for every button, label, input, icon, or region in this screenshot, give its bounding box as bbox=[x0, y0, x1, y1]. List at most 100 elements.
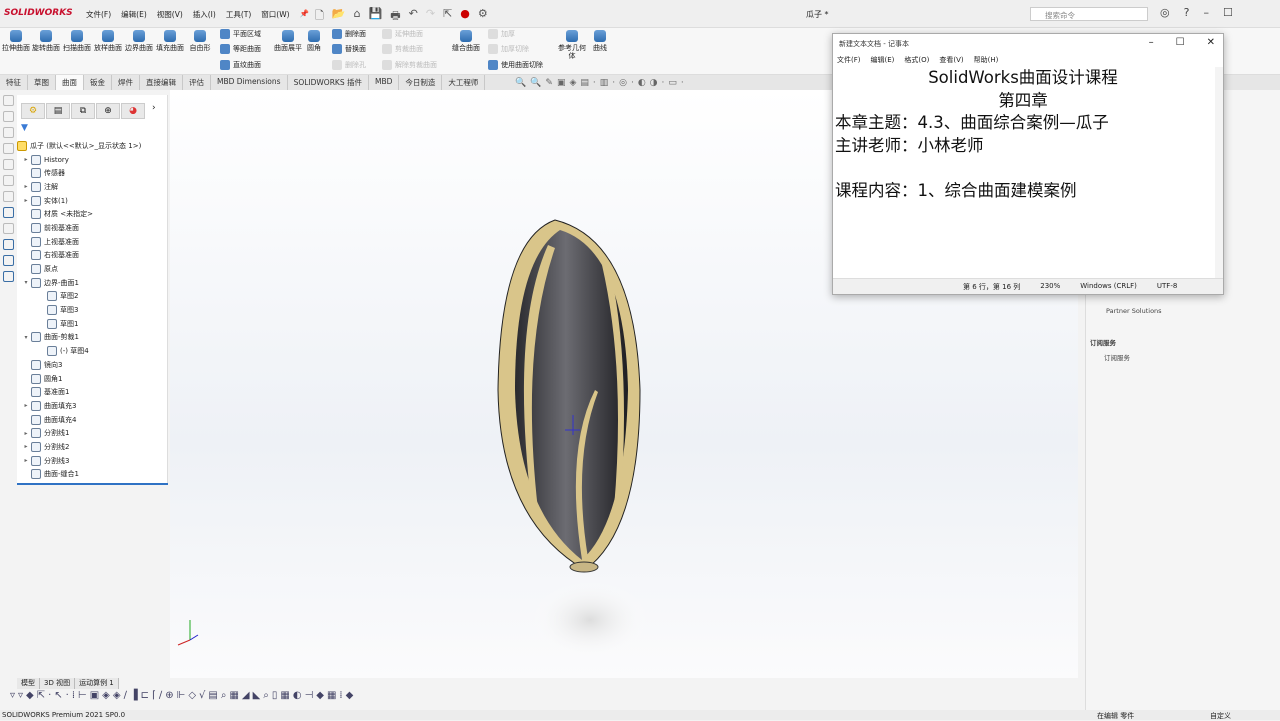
copy-icon[interactable] bbox=[3, 271, 14, 282]
freeform-button[interactable]: 自由形 bbox=[186, 30, 214, 52]
copy-icon[interactable] bbox=[3, 255, 14, 266]
redo-icon[interactable]: ↷ bbox=[426, 7, 435, 26]
view-icon[interactable] bbox=[3, 207, 14, 218]
tab-motion-study[interactable]: 运动算例 1 bbox=[75, 678, 119, 689]
expand-arrow-icon[interactable]: ▸ bbox=[21, 183, 31, 190]
expand-arrow-icon[interactable]: ▸ bbox=[21, 457, 31, 464]
thicken-button[interactable]: 加厚 bbox=[488, 29, 515, 39]
new-icon[interactable]: 🗋 bbox=[315, 7, 324, 26]
user-icon[interactable]: ◎ bbox=[1160, 6, 1170, 19]
menu-edit[interactable]: 编辑(E) bbox=[121, 9, 147, 20]
filter-icon[interactable]: ▼ bbox=[21, 123, 163, 135]
tab-features[interactable]: 特征 bbox=[0, 75, 28, 90]
expand-arrow-icon[interactable]: ▸ bbox=[21, 402, 31, 409]
tree-node[interactable]: ▾ 曲面-剪裁1 bbox=[17, 331, 167, 345]
propertymanager-tab-icon[interactable]: ▤ bbox=[46, 103, 70, 119]
subscription-link[interactable]: 订阅服务 bbox=[1104, 352, 1130, 362]
expand-arrow-icon[interactable]: ▸ bbox=[21, 443, 31, 450]
tab-sheet-metal[interactable]: 钣金 bbox=[84, 75, 112, 90]
tree-node[interactable]: 草图2 bbox=[17, 290, 167, 304]
tree-node[interactable]: 草图1 bbox=[17, 317, 167, 331]
tree-root[interactable]: 瓜子 (默认<<默认>_显示状态 1>) bbox=[17, 139, 167, 153]
boundary-surface-button[interactable]: 边界曲面 bbox=[125, 30, 153, 52]
view-icon[interactable] bbox=[3, 143, 14, 154]
view-icon[interactable] bbox=[3, 223, 14, 234]
lofted-surface-button[interactable]: 放样曲面 bbox=[94, 30, 122, 52]
pin-icon[interactable]: 📌 bbox=[300, 9, 309, 20]
expand-arrow-icon[interactable]: ▾ bbox=[21, 279, 31, 286]
tab-mbd-dimensions[interactable]: MBD Dimensions bbox=[211, 75, 288, 90]
display-manager-tab-icon[interactable]: ◕ bbox=[121, 103, 145, 119]
save-icon[interactable]: 💾 bbox=[369, 7, 383, 26]
tab-manufacturing[interactable]: 今日制造 bbox=[399, 75, 443, 90]
view-icon[interactable] bbox=[3, 191, 14, 202]
tab-engineer[interactable]: 大工程师 bbox=[442, 75, 486, 90]
search-commands-input[interactable]: 搜索命令 bbox=[1030, 7, 1148, 21]
thicken-cut-button[interactable]: 加厚切除 bbox=[488, 44, 529, 54]
menu-window[interactable]: 窗口(W) bbox=[261, 9, 289, 20]
open-icon[interactable]: 📂 bbox=[332, 7, 346, 26]
flatten-surface-button[interactable]: 曲面展平 bbox=[274, 30, 302, 52]
trim-surface-button[interactable]: 剪裁曲面 bbox=[382, 44, 423, 54]
tab-sketch[interactable]: 草图 bbox=[28, 75, 56, 90]
expand-arrow-icon[interactable]: ▸ bbox=[21, 197, 31, 204]
rebuild-icon[interactable]: ● bbox=[460, 7, 470, 26]
curves-button[interactable]: 曲线 bbox=[586, 30, 614, 52]
help-icon[interactable]: ? bbox=[1184, 6, 1190, 19]
menu-view[interactable]: 视图(V) bbox=[157, 9, 183, 20]
tab-evaluate[interactable]: 评估 bbox=[183, 75, 211, 90]
tree-node[interactable]: 传感器 bbox=[17, 166, 167, 180]
expand-arrow-icon[interactable]: ▾ bbox=[21, 334, 31, 341]
dimxpert-tab-icon[interactable]: ⊕ bbox=[96, 103, 120, 119]
np-menu-help[interactable]: 帮助(H) bbox=[974, 55, 999, 65]
undo-icon[interactable]: ↶ bbox=[409, 7, 418, 26]
tree-node[interactable]: ▸ 分割线1 bbox=[17, 426, 167, 440]
expand-arrow-icon[interactable]: ▸ bbox=[21, 430, 31, 437]
tree-node[interactable]: ▸ 注解 bbox=[17, 180, 167, 194]
view-icon[interactable] bbox=[3, 175, 14, 186]
tree-node[interactable]: 镜向3 bbox=[17, 358, 167, 372]
tab-model[interactable]: 模型 bbox=[17, 678, 40, 689]
extruded-surface-button[interactable]: 拉伸曲面 bbox=[2, 30, 30, 52]
tree-node[interactable]: (-) 草图4 bbox=[17, 344, 167, 358]
tab-mbd[interactable]: MBD bbox=[369, 75, 400, 90]
cut-with-surface-button[interactable]: 使用曲面切除 bbox=[488, 60, 543, 70]
rollback-bar[interactable] bbox=[17, 483, 168, 485]
home-icon[interactable]: ⌂ bbox=[354, 7, 361, 26]
tree-node[interactable]: 右视基准面 bbox=[17, 249, 167, 263]
revolved-surface-button[interactable]: 旋转曲面 bbox=[32, 30, 60, 52]
heads-up-view-toolbar[interactable]: 🔍🔍✎▣◈▤·▥·◎·◐◑·▭· bbox=[515, 78, 688, 88]
vertical-scrollbar[interactable] bbox=[1215, 67, 1223, 279]
tree-node[interactable]: 基准面1 bbox=[17, 385, 167, 399]
delete-face-button[interactable]: 删除面 bbox=[332, 29, 366, 39]
offset-surface-button[interactable]: 等距曲面 bbox=[220, 44, 261, 54]
delete-hole-button[interactable]: 删除孔 bbox=[332, 60, 366, 70]
tab-direct-editing[interactable]: 直接编辑 bbox=[140, 75, 183, 90]
np-menu-format[interactable]: 格式(O) bbox=[904, 55, 929, 65]
np-menu-view[interactable]: 查看(V) bbox=[939, 55, 963, 65]
tree-node[interactable]: ▸ 分割线3 bbox=[17, 454, 167, 468]
view-icon[interactable] bbox=[3, 159, 14, 170]
tree-node[interactable]: ▸ 曲面填充3 bbox=[17, 399, 167, 413]
tree-node[interactable]: 曲面填充4 bbox=[17, 413, 167, 427]
select-icon[interactable]: ⇱ bbox=[443, 7, 452, 26]
tree-node[interactable]: 材质 <未指定> bbox=[17, 207, 167, 221]
view-icon[interactable] bbox=[3, 127, 14, 138]
extend-surface-button[interactable]: 延伸曲面 bbox=[382, 29, 423, 39]
knit-surface-button[interactable]: 缝合曲面 bbox=[452, 30, 480, 52]
tree-node[interactable]: 曲面-缝合1 bbox=[17, 468, 167, 482]
notepad-text-area[interactable]: SolidWorks曲面设计课程 第四章 本章主题：4.3、曲面综合案例—瓜子 … bbox=[835, 67, 1211, 279]
replace-face-button[interactable]: 替换面 bbox=[332, 44, 366, 54]
expand-arrow-icon[interactable]: ▸ bbox=[21, 156, 31, 163]
display-icon[interactable] bbox=[3, 239, 14, 250]
np-menu-edit[interactable]: 编辑(E) bbox=[871, 55, 895, 65]
minimize-button[interactable]: – bbox=[1203, 6, 1209, 19]
view-icon[interactable] bbox=[3, 111, 14, 122]
tree-node[interactable]: ▾ 边界-曲面1 bbox=[17, 276, 167, 290]
tree-node[interactable]: 圆角1 bbox=[17, 372, 167, 386]
untrim-surface-button[interactable]: 解除剪裁曲面 bbox=[382, 60, 437, 70]
tree-node[interactable]: 草图3 bbox=[17, 303, 167, 317]
view-icon[interactable] bbox=[3, 95, 14, 106]
options-icon[interactable]: ⚙ bbox=[478, 7, 488, 26]
maximize-button[interactable]: ☐ bbox=[1176, 37, 1185, 48]
